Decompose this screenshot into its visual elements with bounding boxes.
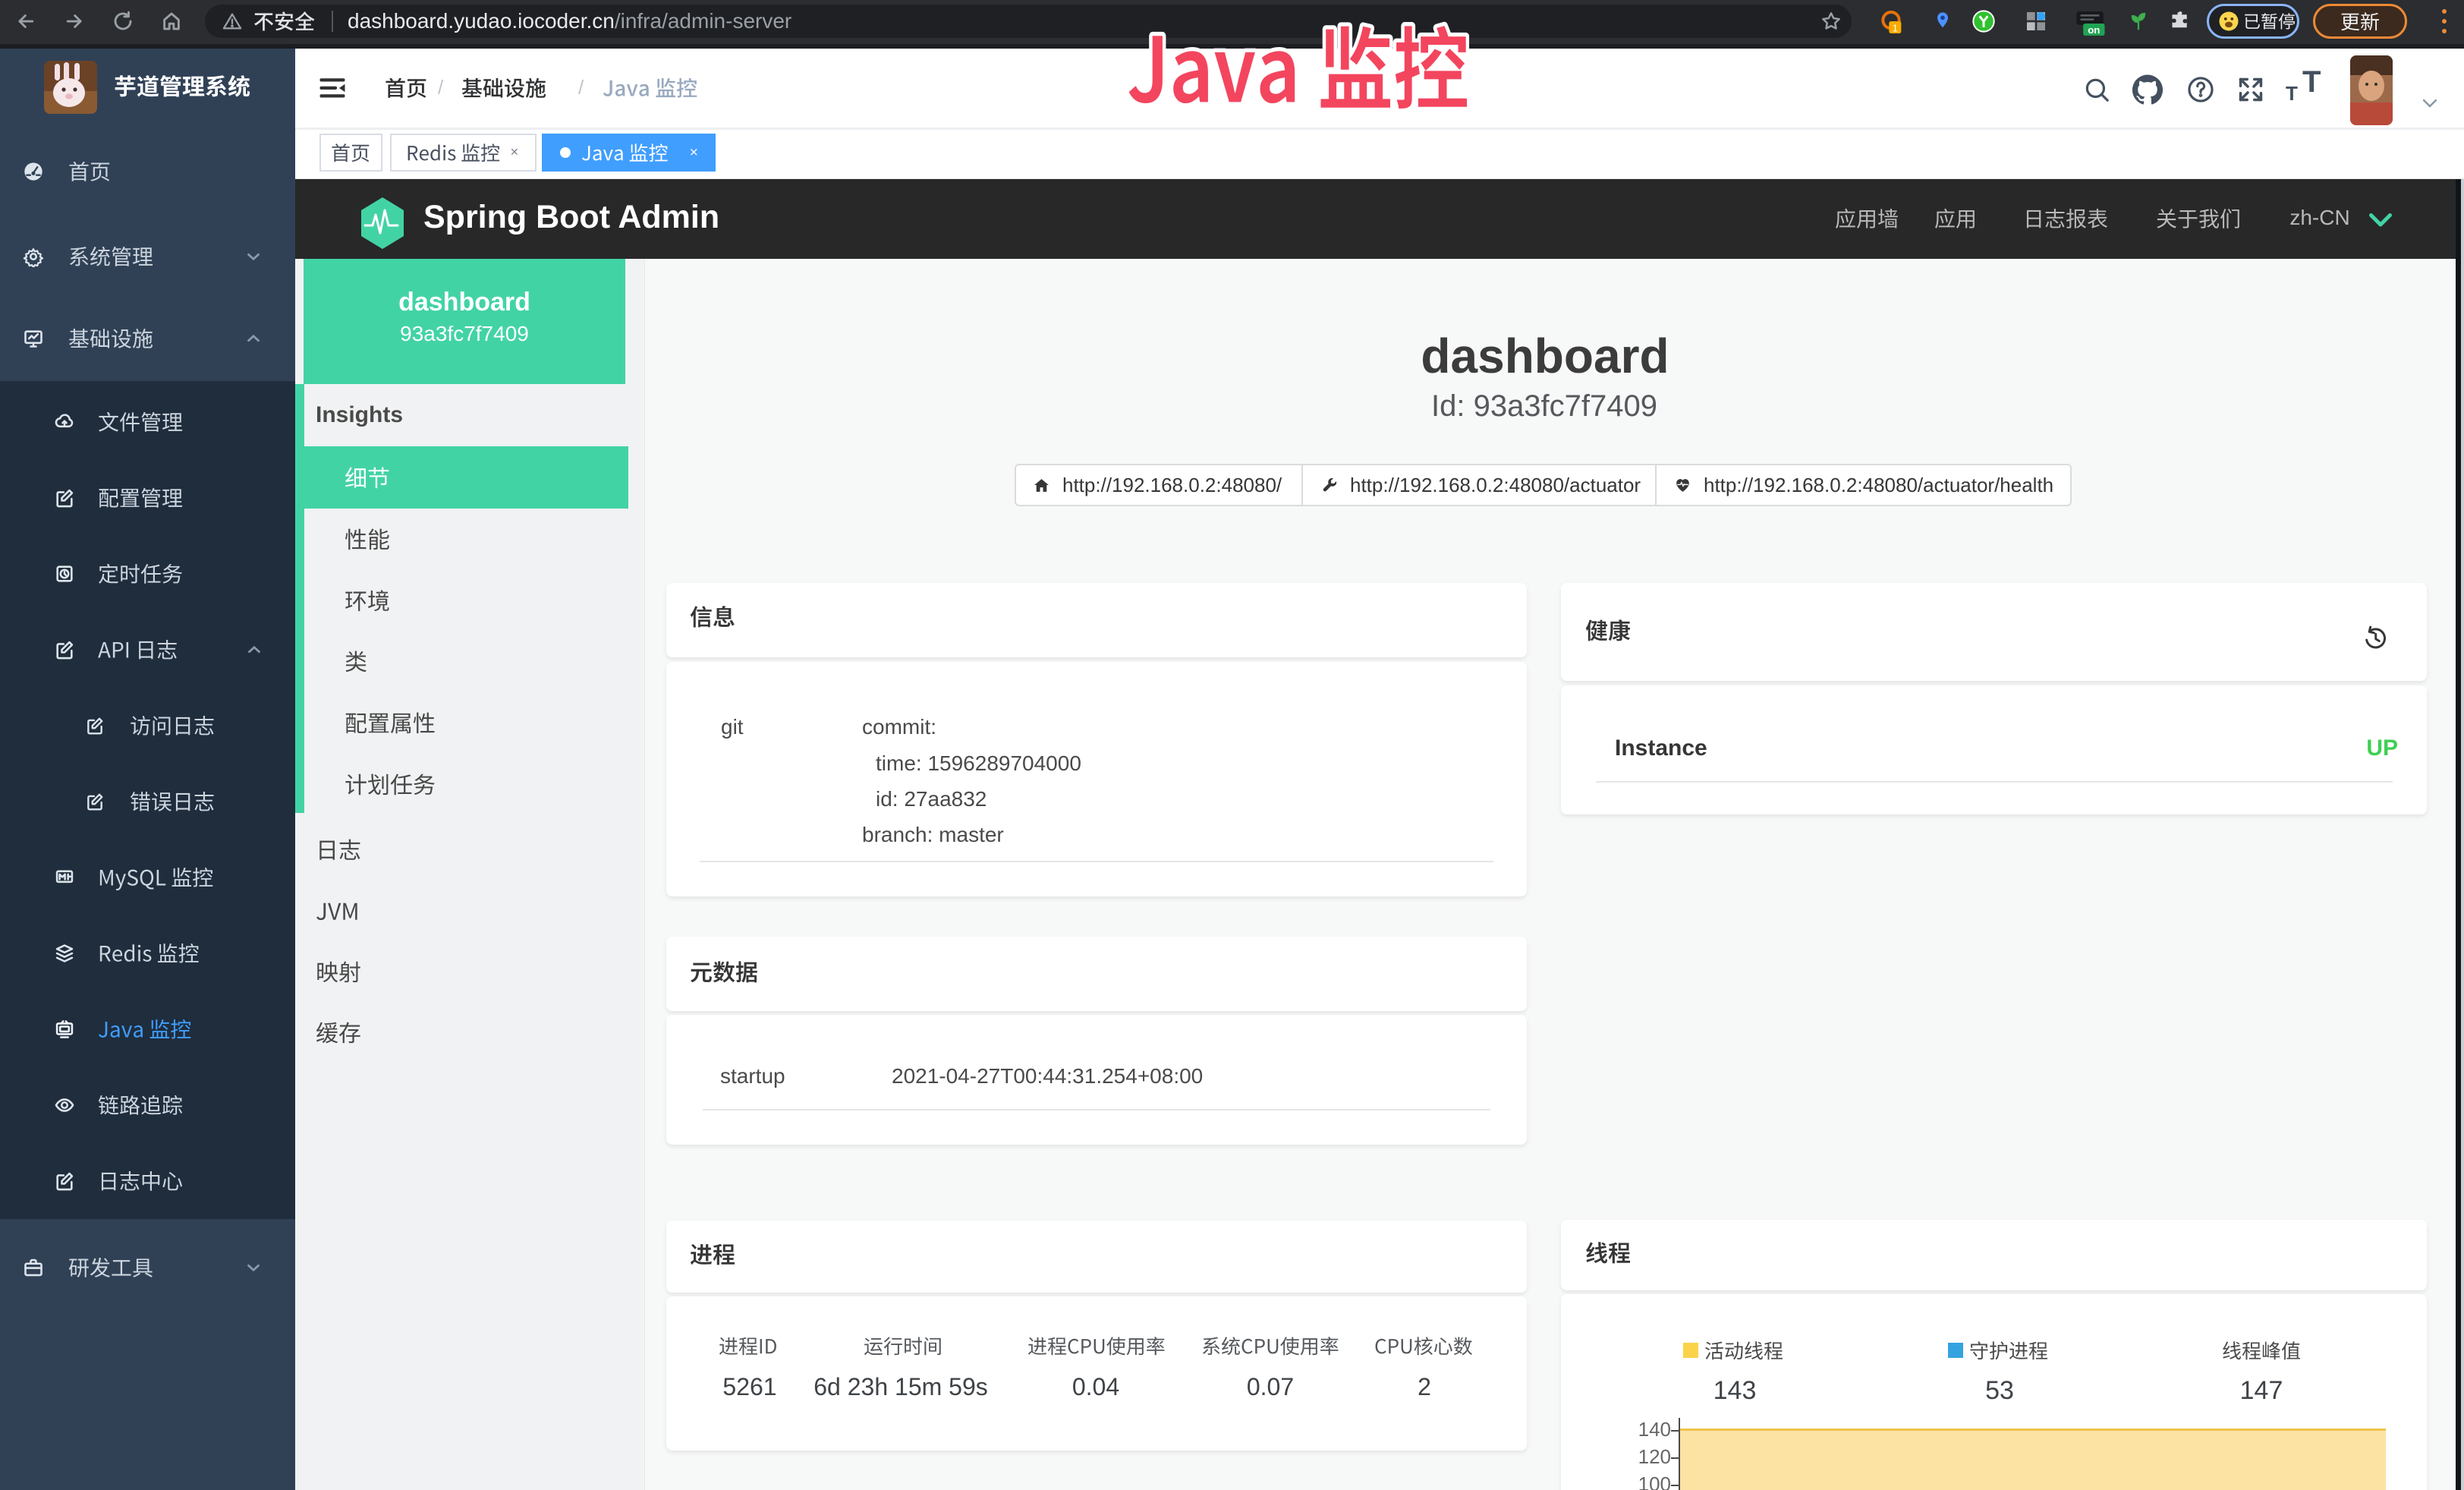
svg-text:1: 1 [1893, 22, 1898, 33]
svg-text:on: on [2088, 24, 2100, 36]
